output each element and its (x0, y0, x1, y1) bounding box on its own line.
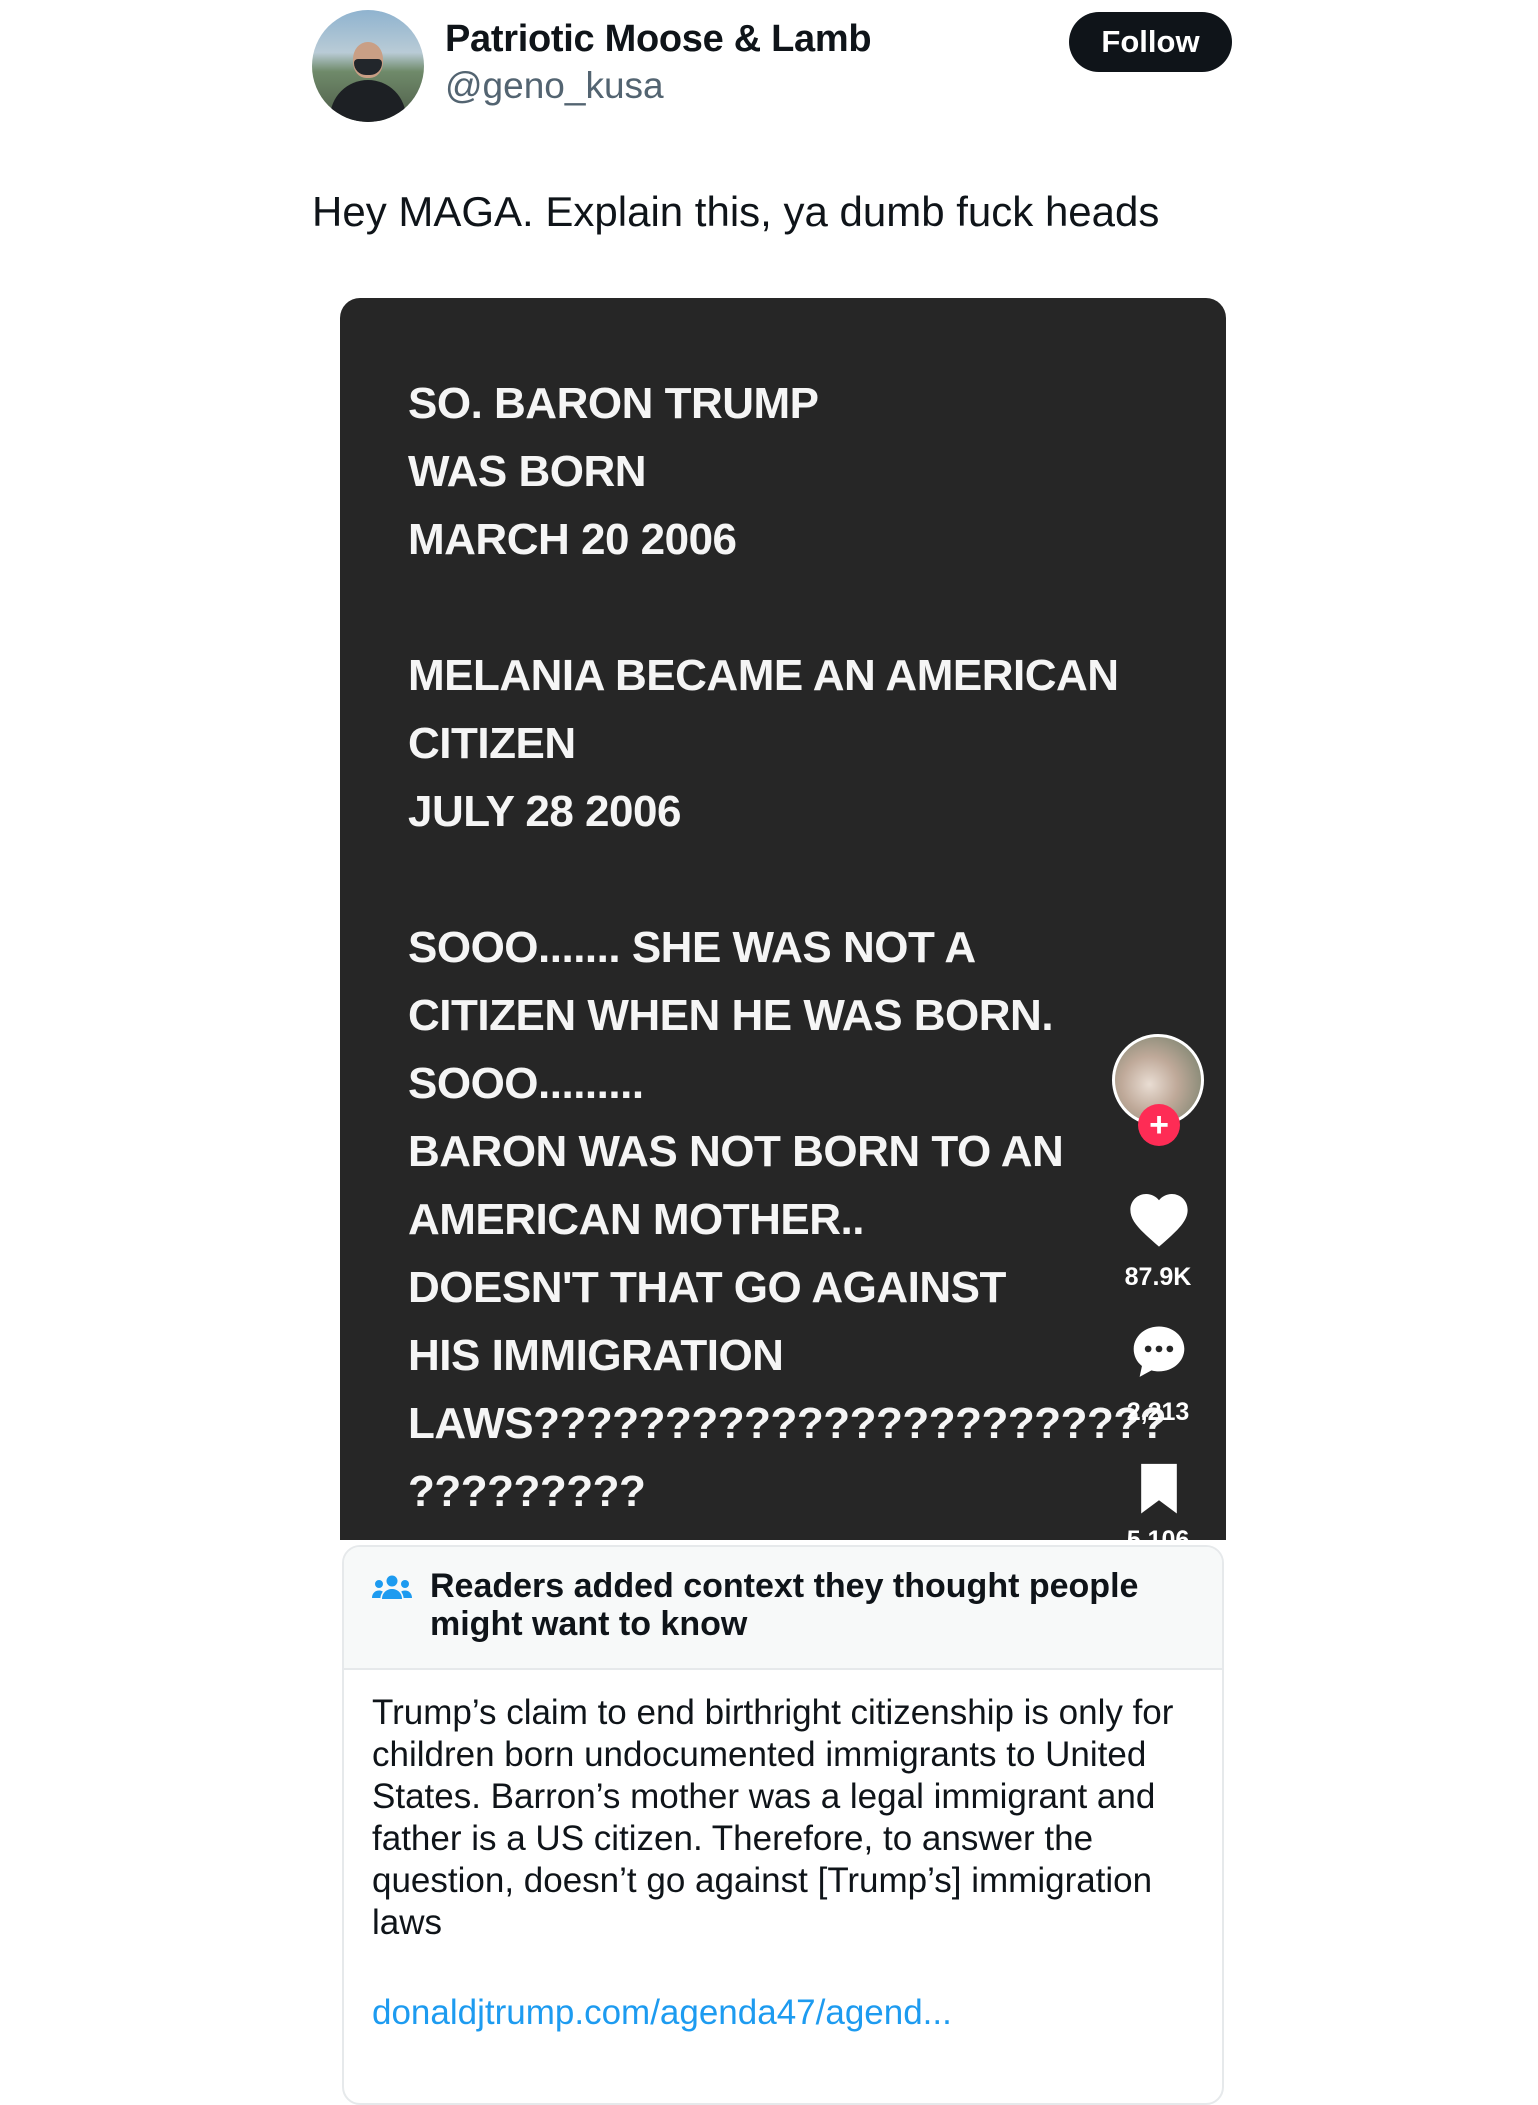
overlay-line: HIS IMMIGRATION (408, 1331, 784, 1380)
community-note-source-link[interactable]: donaldjtrump.com/agenda47/agend... (372, 1992, 952, 2034)
embedded-video[interactable]: SO. BARON TRUMP WAS BORN MARCH 20 2006 MELA… (340, 298, 1226, 1540)
bookmark-icon[interactable] (1136, 1460, 1182, 1516)
author-avatar[interactable] (312, 10, 424, 122)
avatar-shirt (330, 80, 406, 122)
overlay-line: LAWS???????????????????????? (408, 1399, 1167, 1448)
overlay-line: MARCH 20 2006 (408, 515, 737, 564)
comment-count: 2,213 (1126, 1398, 1190, 1426)
comment-icon[interactable] (1128, 1320, 1190, 1382)
overlay-line: MELANIA BECAME AN AMERICAN (408, 651, 1119, 700)
overlay-line-gap (408, 846, 1166, 914)
follow-button[interactable]: Follow (1069, 12, 1232, 72)
overlay-line-gap (408, 574, 1166, 642)
overlay-line: AMERICAN MOTHER.. (408, 1195, 864, 1244)
overlay-line: SO. BARON TRUMP (408, 379, 819, 428)
overlay-line: BARON WAS NOT BORN TO AN (408, 1127, 1064, 1176)
overlay-line: CITIZEN (408, 719, 576, 768)
overlay-line: JULY 28 2006 (408, 787, 681, 836)
bookmark-count: 5,106 (1126, 1526, 1190, 1540)
like-count: 87.9K (1124, 1263, 1192, 1291)
overlay-line: CITIZEN WHEN HE WAS BORN. (408, 991, 1054, 1040)
overlay-line: SOOO......... (408, 1059, 644, 1108)
author-display-name[interactable]: Patriotic Moose & Lamb (445, 18, 872, 61)
follow-plus-icon[interactable]: + (1138, 1104, 1180, 1146)
people-icon (372, 1575, 412, 1599)
video-overlay-text: SO. BARON TRUMP WAS BORN MARCH 20 2006 MELA… (408, 370, 1167, 1526)
author-handle[interactable]: @geno_kusa (445, 65, 664, 107)
overlay-line: DOESN'T THAT GO AGAINST (408, 1263, 1006, 1312)
community-note: Readers added context they thought peopl… (342, 1545, 1224, 2105)
community-note-title: Readers added context they thought peopl… (430, 1567, 1139, 1643)
community-note-header: Readers added context they thought peopl… (344, 1547, 1222, 1670)
overlay-line: WAS BORN (408, 447, 647, 496)
overlay-line: SOOO....... SHE WAS NOT A (408, 923, 976, 972)
community-note-body: Trump’s claim to end birthright citizens… (372, 1693, 1174, 1942)
heart-icon[interactable] (1126, 1188, 1192, 1248)
tweet-text: Hey MAGA. Explain this, ya dumb fuck hea… (312, 188, 1160, 235)
overlay-line: ????????? (408, 1467, 646, 1516)
